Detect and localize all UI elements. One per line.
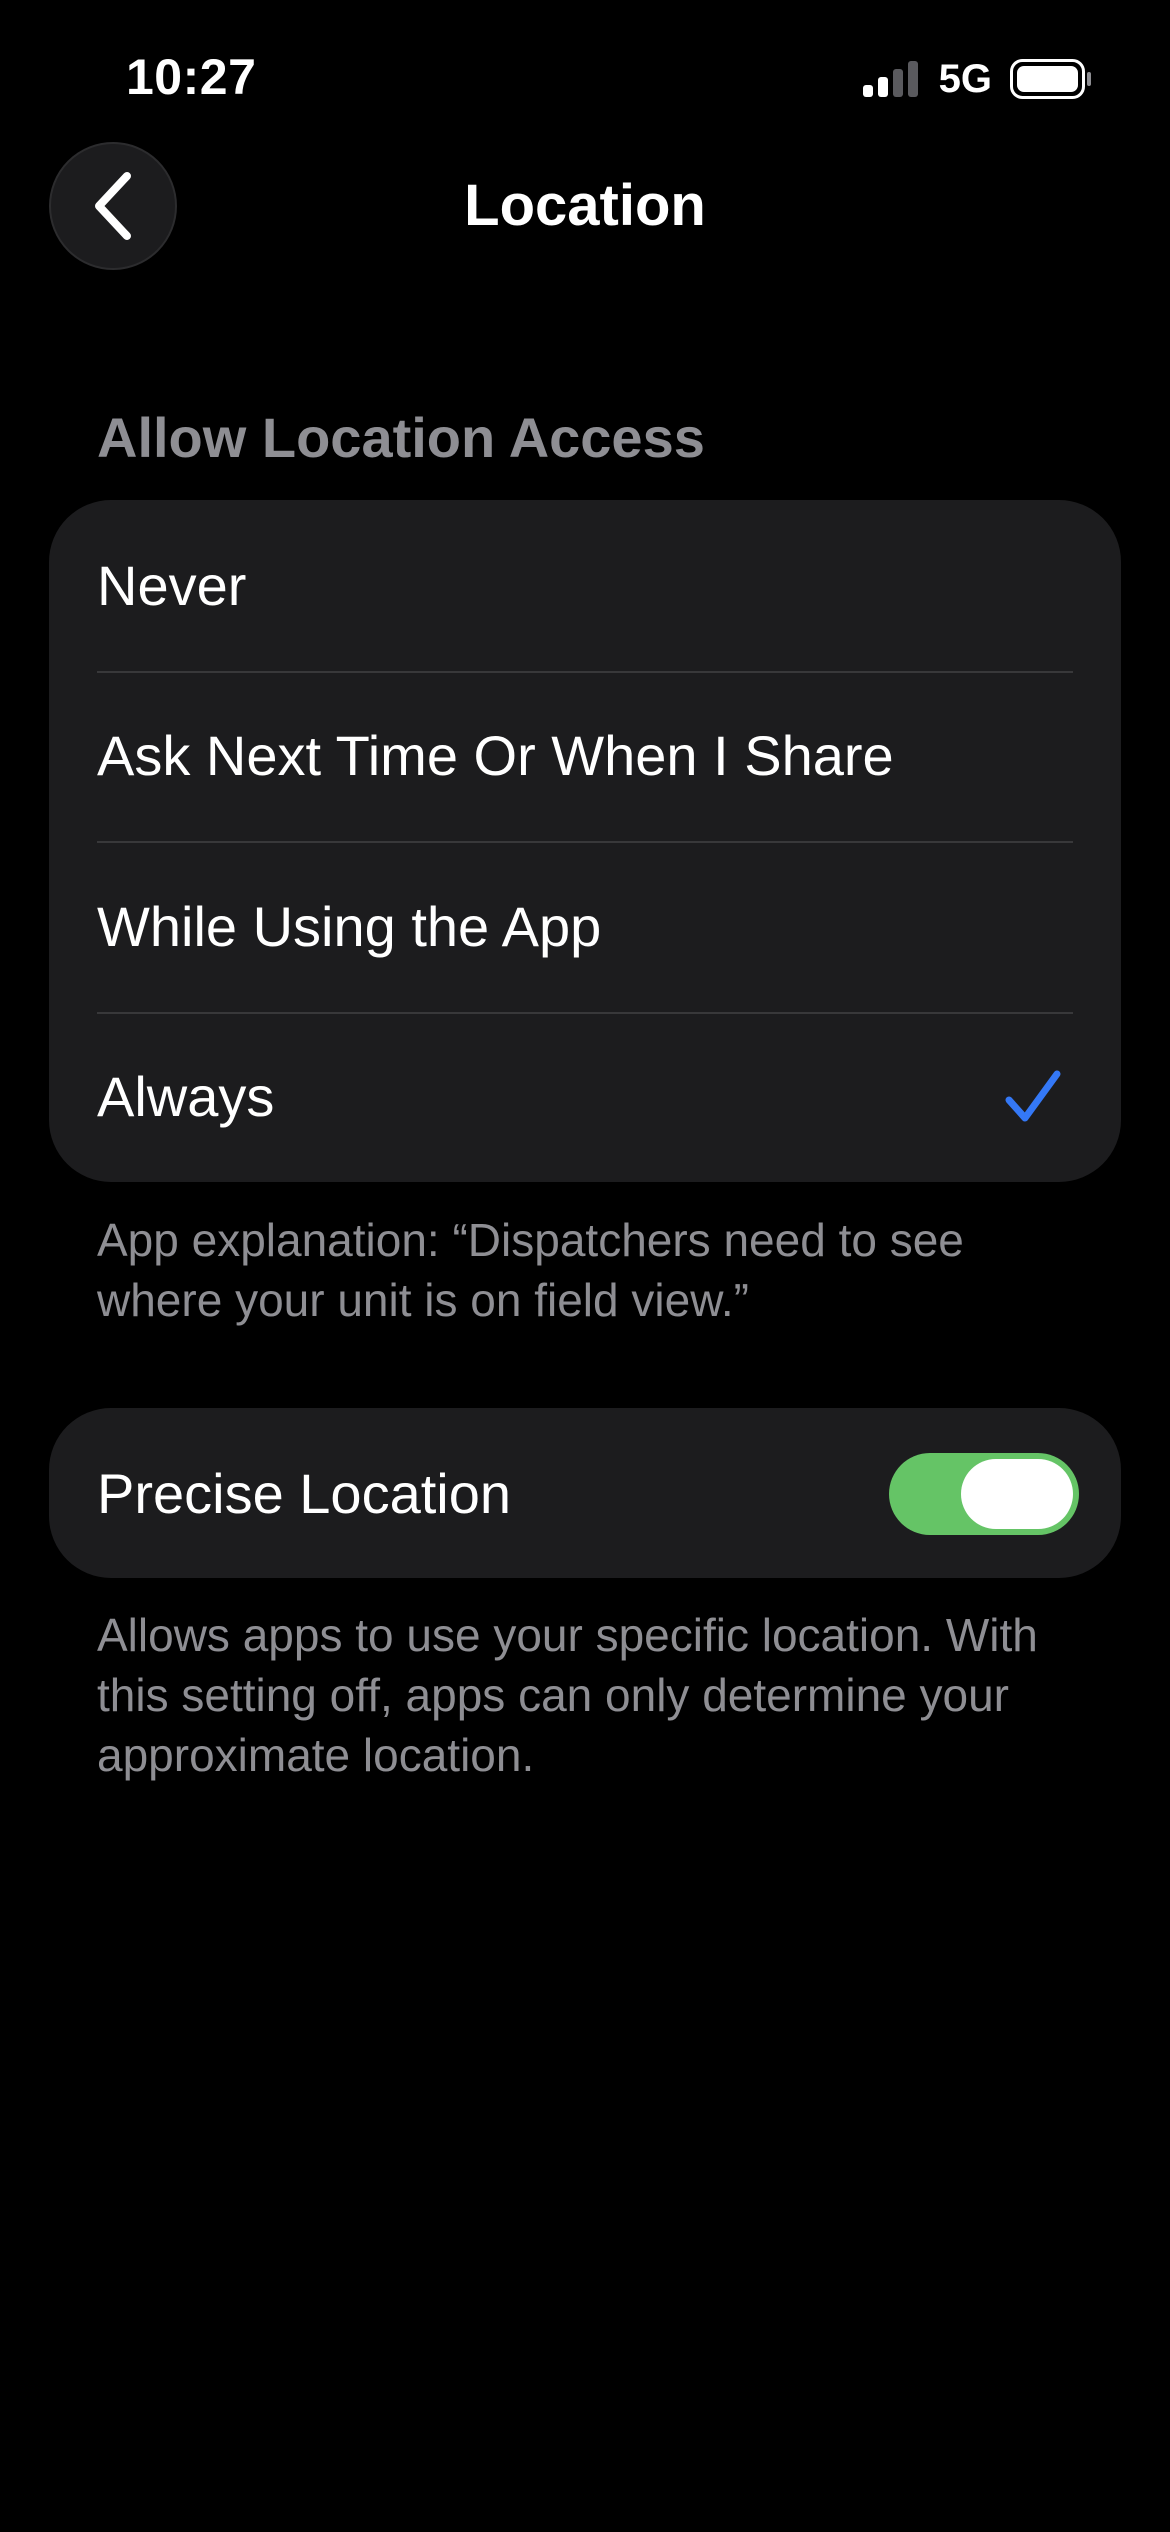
precise-location-label: Precise Location	[97, 1461, 512, 1525]
precise-location-row: Precise Location	[49, 1408, 1121, 1578]
battery-icon	[1010, 59, 1091, 99]
option-label: Ask Next Time Or When I Share	[97, 724, 894, 788]
option-while-using[interactable]: While Using the App	[49, 841, 1121, 1012]
option-always[interactable]: Always	[49, 1011, 1121, 1183]
option-label: Always	[97, 1065, 275, 1129]
location-access-options: Never Ask Next Time Or When I Share Whil…	[49, 500, 1121, 1182]
signal-icon	[862, 61, 918, 97]
toggle-knob	[961, 1459, 1073, 1529]
option-never[interactable]: Never	[49, 500, 1121, 671]
section-header: Allow Location Access	[97, 406, 705, 469]
status-bar: 10:27 5G	[0, 0, 1170, 150]
status-indicators: 5G	[862, 56, 1092, 101]
checkmark-icon	[1005, 1070, 1061, 1122]
option-label: Never	[97, 553, 247, 617]
status-time: 10:27	[126, 49, 257, 105]
app-explanation: App explanation: “Dispatchers need to se…	[97, 1214, 964, 1326]
page-title: Location	[464, 173, 706, 238]
option-ask-next-time[interactable]: Ask Next Time Or When I Share	[49, 670, 1121, 842]
precise-location-description: Allows apps to use your specific locatio…	[97, 1609, 1038, 1781]
precise-location-toggle[interactable]	[889, 1453, 1079, 1535]
network-label: 5G	[938, 56, 992, 101]
option-label: While Using the App	[97, 894, 602, 958]
